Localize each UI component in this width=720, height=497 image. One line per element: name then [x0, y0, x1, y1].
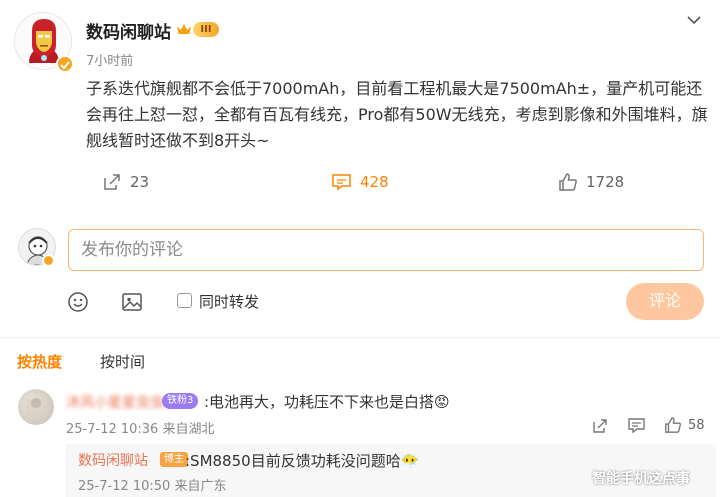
level-badge: III — [193, 22, 219, 37]
like-count: 1728 — [586, 173, 625, 191]
tab-sort-time[interactable]: 按时间 — [100, 351, 145, 372]
comment-button[interactable]: 428 — [331, 172, 389, 192]
like-button[interactable]: 1728 — [558, 172, 624, 192]
repost-checkbox[interactable] — [177, 293, 192, 308]
commenter-name[interactable]: 沐风小星星虫虫 — [66, 392, 164, 412]
crown-icon — [176, 21, 192, 40]
verified-badge-icon — [56, 55, 74, 73]
blogger-tag: 博主 — [160, 452, 188, 467]
comment-like-count: 58 — [688, 417, 705, 433]
divider — [0, 337, 720, 338]
verified-badge-icon — [42, 254, 55, 267]
post-time[interactable]: 7小时前 — [86, 50, 133, 69]
like-icon — [558, 172, 578, 192]
image-icon[interactable] — [121, 291, 143, 313]
comment-like-button[interactable]: 58 — [664, 416, 705, 434]
like-icon — [664, 416, 682, 434]
watermark: 智能手机这点事 — [592, 471, 690, 487]
share-icon[interactable] — [591, 417, 609, 439]
fan-level-badge: 铁粉3 — [162, 393, 199, 409]
reply-icon[interactable] — [627, 417, 646, 439]
chevron-down-icon[interactable] — [686, 12, 702, 28]
comment-input[interactable] — [68, 229, 704, 271]
repost-icon — [102, 172, 122, 192]
repost-checkbox-label[interactable]: 同时转发 — [199, 291, 259, 312]
comment-count: 428 — [360, 173, 389, 191]
reply-author[interactable]: 数码闲聊站 — [78, 450, 148, 470]
reply-meta: 25-7-12 10:50 来自广东 — [78, 479, 227, 494]
comment-meta: 25-7-12 10:36 来自湖北 — [66, 422, 215, 437]
comment-text: :电池再大，功耗压不下来也是白搭😡 — [204, 393, 450, 411]
reply-text: :SM8850目前反馈功耗没问题哈😶‍🌫️ — [185, 452, 420, 470]
submit-comment-button[interactable]: 评论 — [626, 283, 704, 320]
repost-button[interactable]: 23 — [102, 172, 149, 192]
post-body: 子系迭代旗舰都不会低于7000mAh，目前看工程机最大是7500mAh±，量产机… — [86, 79, 708, 150]
commenter-avatar[interactable] — [18, 389, 54, 425]
comment-icon — [331, 172, 352, 192]
tab-sort-hot[interactable]: 按热度 — [17, 351, 62, 372]
emoji-icon[interactable] — [67, 291, 89, 313]
repost-count: 23 — [130, 173, 150, 191]
author-name[interactable]: 数码闲聊站 — [86, 18, 171, 43]
